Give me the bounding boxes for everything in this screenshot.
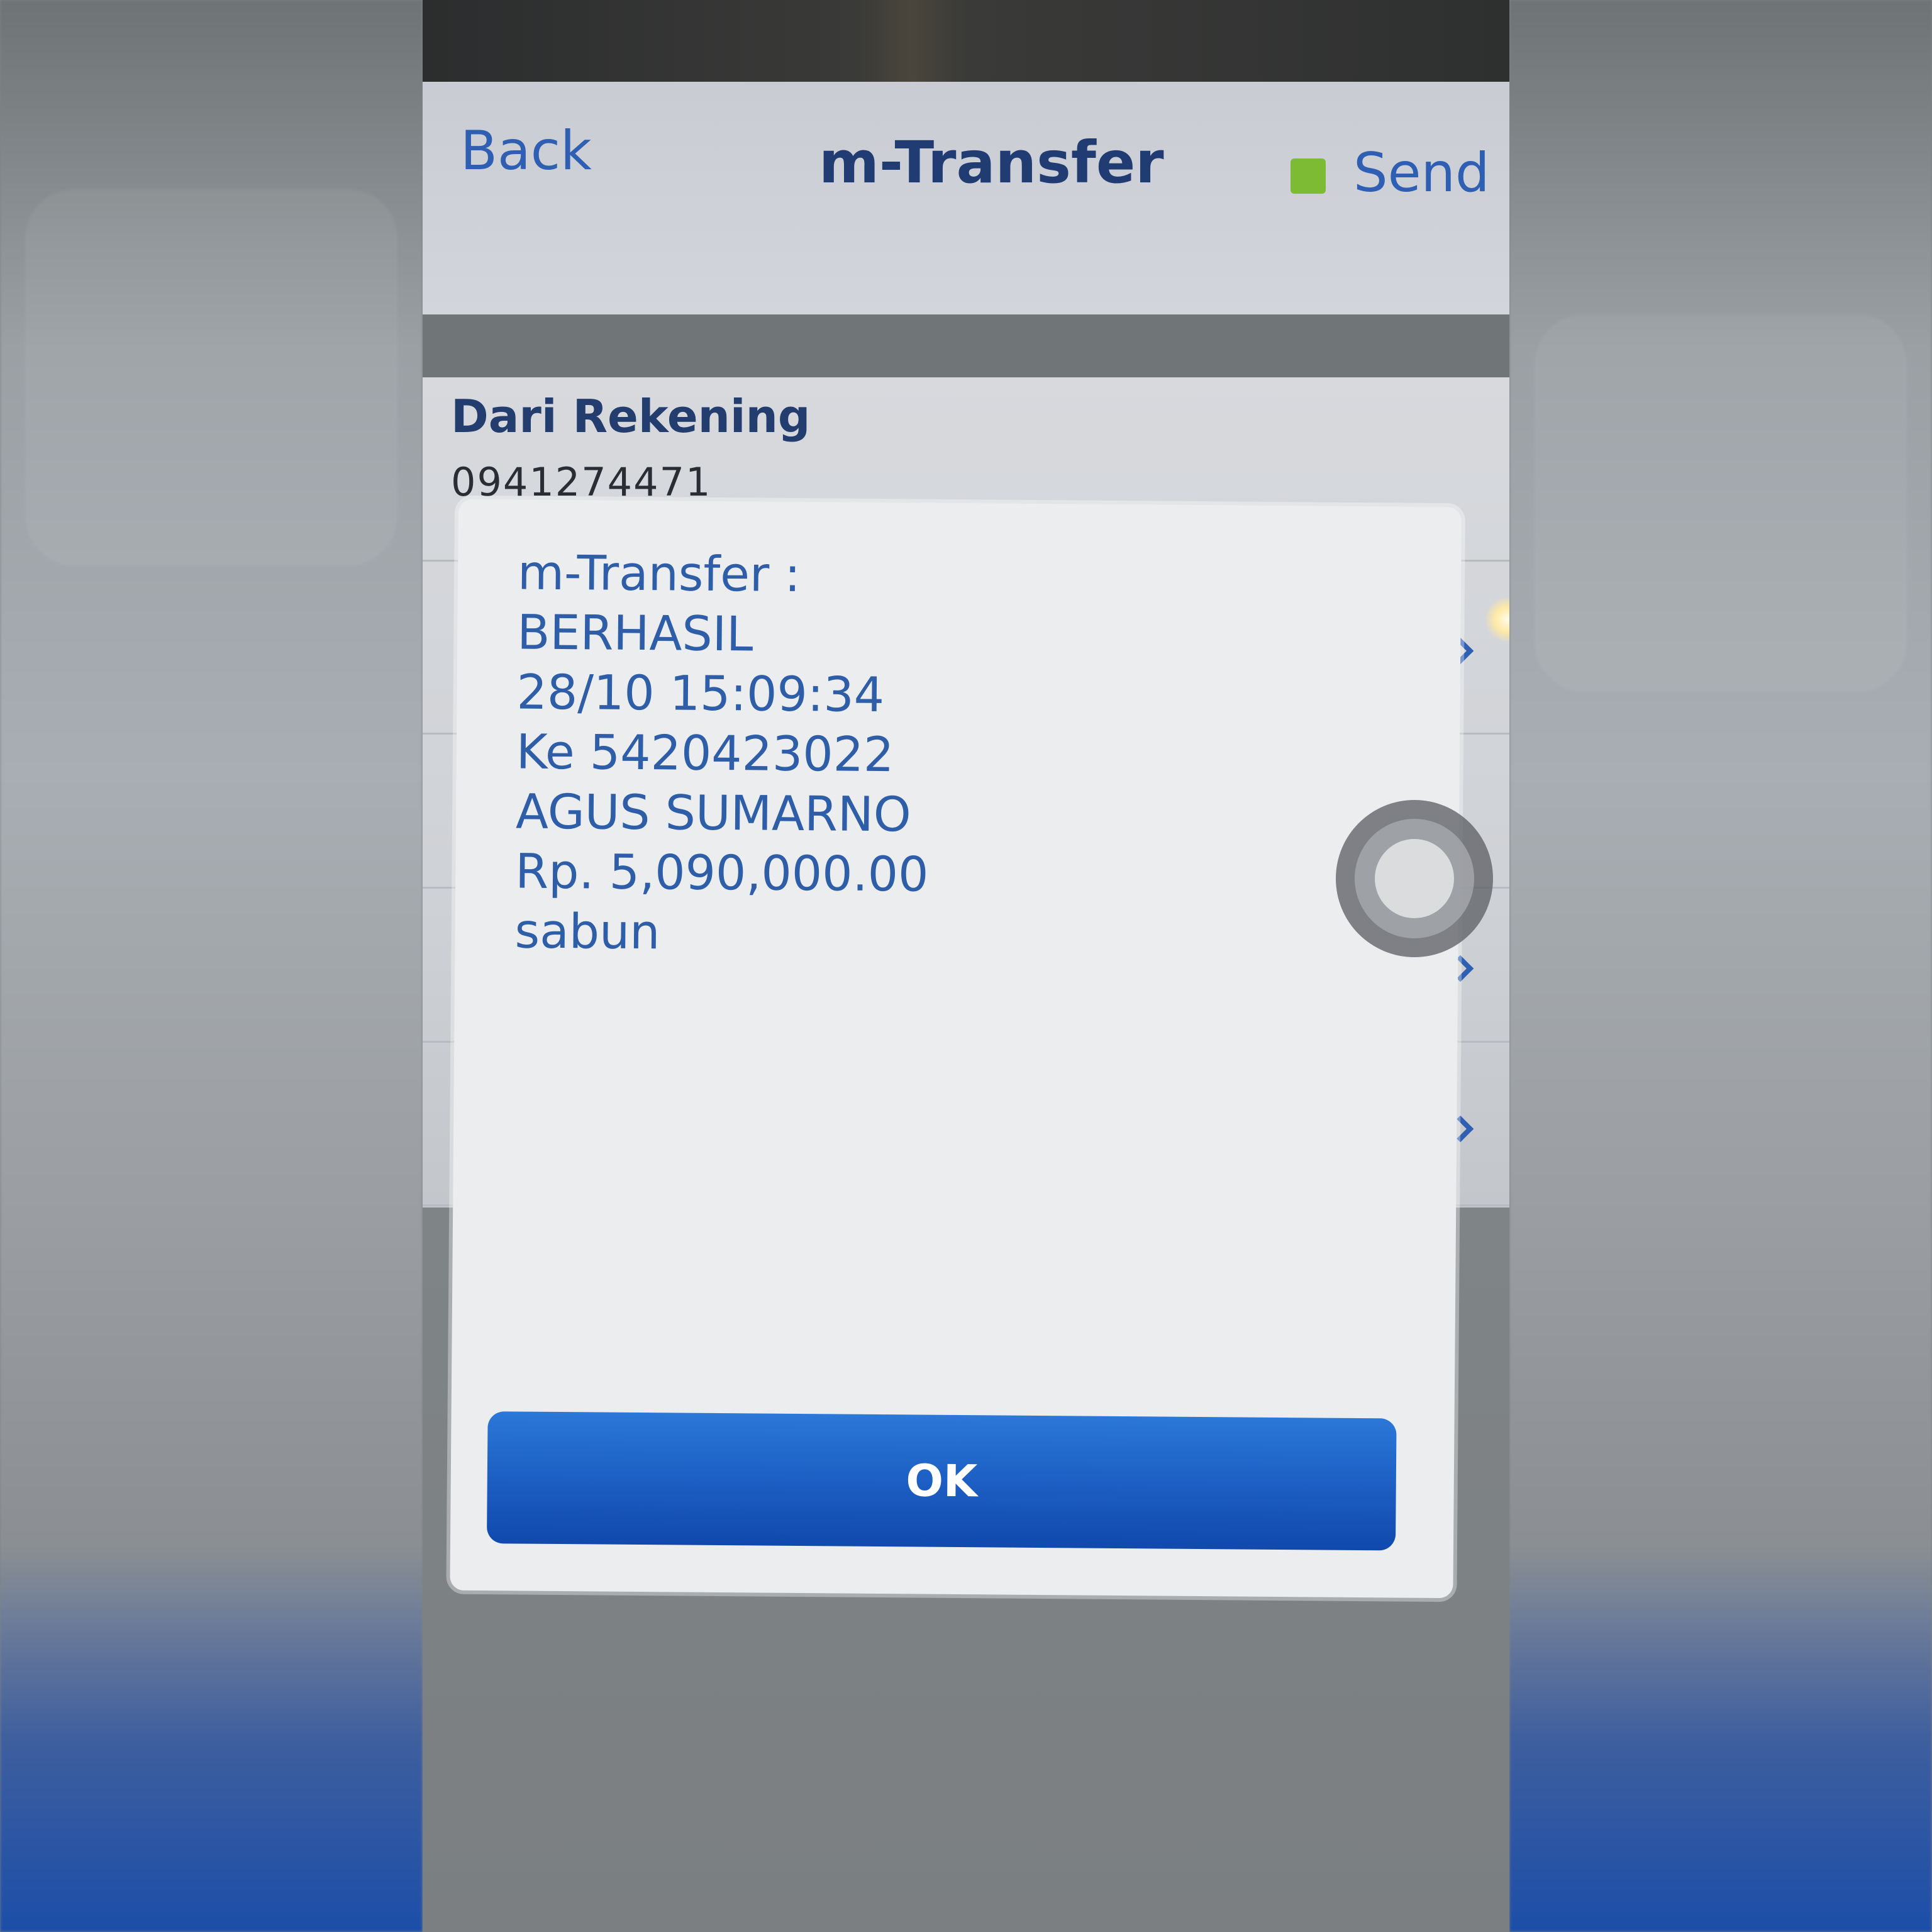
phone-screen: Back m-Transfer Send Dari Rekening 09412… [423, 0, 1509, 1932]
message-line-recipient: AGUS SUMARNO [515, 783, 911, 843]
message-line-title: m-Transfer : [517, 544, 801, 603]
divider [423, 314, 1509, 377]
message-line-note: sabun [514, 902, 660, 960]
assistive-touch-button[interactable] [1336, 800, 1493, 957]
screenshot-stage: Back m-Transfer Send Dari Rekening 09412… [0, 0, 1932, 1932]
dialog-message: m-Transfer : BERHASIL 28/10 15:09:34 Ke … [514, 542, 931, 963]
send-button[interactable]: Send [1353, 142, 1490, 204]
blurred-left-panel [0, 0, 423, 1932]
phone-bezel [423, 0, 1509, 82]
status-indicator-icon [1291, 158, 1326, 194]
back-button[interactable]: Back [460, 119, 592, 182]
ok-button[interactable]: OK [486, 1411, 1397, 1551]
assistive-touch-center [1375, 839, 1454, 918]
message-line-amount: Rp. 5,090,000.00 [515, 843, 929, 902]
blurred-right-panel [1509, 0, 1932, 1932]
from-account-label: Dari Rekening [451, 390, 811, 443]
message-line-datetime: 28/10 15:09:34 [516, 663, 885, 723]
page-title: m-Transfer [819, 129, 1164, 196]
message-line-status: BERHASIL [517, 604, 753, 662]
from-account-value: 0941274471 [451, 459, 712, 505]
transfer-result-dialog: m-Transfer : BERHASIL 28/10 15:09:34 Ke … [450, 499, 1462, 1599]
message-line-destination: Ke 5420423022 [516, 723, 894, 783]
